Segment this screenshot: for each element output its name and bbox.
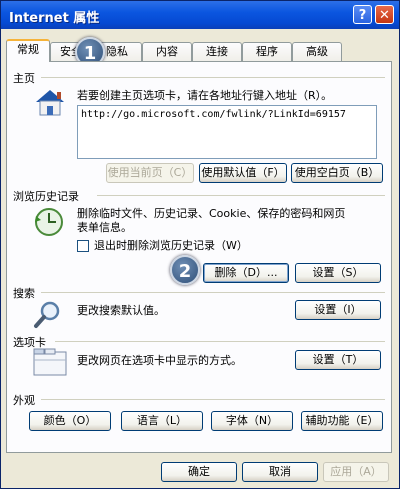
history-divider	[97, 195, 385, 196]
history-description-line1: 删除临时文件、历史记录、Cookie、保存的密码和网页	[77, 207, 346, 220]
history-section-title: 浏览历史记录	[13, 190, 79, 203]
search-description: 更改搜索默认值。	[77, 304, 165, 317]
delete-on-exit-label: 退出时删除浏览历史记录（W）	[94, 239, 248, 252]
search-section-title: 搜索	[13, 287, 35, 300]
delete-history-button[interactable]: 删除（D）...	[203, 263, 289, 283]
tab-connections[interactable]: 连接	[192, 42, 242, 61]
use-default-button[interactable]: 使用默认值（F）	[199, 163, 287, 183]
fonts-button[interactable]: 字体（N）	[211, 411, 293, 431]
use-blank-page-button[interactable]: 使用空白页（B）	[291, 163, 383, 183]
homepage-url-textarea[interactable]: http://go.microsoft.com/fwlink/?LinkId=6…	[77, 105, 377, 159]
tabs-divider	[55, 341, 385, 342]
history-description-line2: 表单信息。	[77, 221, 132, 234]
search-divider	[41, 292, 385, 293]
homepage-divider	[41, 77, 385, 78]
languages-button[interactable]: 语言（L）	[121, 411, 203, 431]
tab-content[interactable]: 内容	[142, 42, 192, 61]
accessibility-button[interactable]: 辅助功能（E）	[301, 411, 383, 431]
appearance-divider	[41, 399, 385, 400]
tabbed-window-icon	[33, 348, 67, 376]
homepage-description: 若要创建主页选项卡，请在各地址行键入地址（R）。	[77, 89, 333, 102]
apply-button[interactable]: 应用（A）	[323, 462, 389, 482]
colors-button[interactable]: 颜色（O）	[29, 411, 111, 431]
clock-history-icon	[35, 208, 63, 236]
tabs-description: 更改网页在选项卡中显示的方式。	[77, 354, 242, 367]
magnifier-icon	[34, 301, 60, 328]
homepage-url-text: http://go.microsoft.com/fwlink/?LinkId=6…	[81, 109, 346, 120]
appearance-section-title: 外观	[13, 394, 35, 407]
help-button[interactable]: ?	[353, 5, 372, 24]
step-marker-2: 2	[170, 255, 200, 285]
tab-programs[interactable]: 程序	[242, 42, 292, 61]
title-bar: Internet 属性 ? ✕	[1, 1, 399, 29]
internet-properties-dialog: Internet 属性 ? ✕ 常规 安全 隐私 内容 连接 程序 高级 1 主…	[0, 0, 400, 489]
use-current-page-button[interactable]: 使用当前页（C）	[106, 163, 194, 183]
homepage-section-title: 主页	[13, 72, 35, 85]
cancel-button[interactable]: 取消	[242, 462, 318, 482]
tabs-settings-button[interactable]: 设置（T）	[295, 350, 381, 370]
search-settings-button[interactable]: 设置（I）	[295, 300, 381, 320]
tab-general[interactable]: 常规	[6, 39, 50, 62]
ok-button[interactable]: 确定	[161, 462, 237, 482]
tab-advanced[interactable]: 高级	[292, 42, 342, 61]
close-button[interactable]: ✕	[375, 5, 394, 24]
house-icon	[36, 90, 64, 116]
general-tab-panel: 主页 若要创建主页选项卡，请在各地址行键入地址（R）。 http://go.mi…	[6, 61, 392, 453]
delete-on-exit-checkbox[interactable]	[77, 240, 89, 252]
history-settings-button[interactable]: 设置（S）	[295, 263, 381, 283]
window-title: Internet 属性	[9, 11, 100, 26]
